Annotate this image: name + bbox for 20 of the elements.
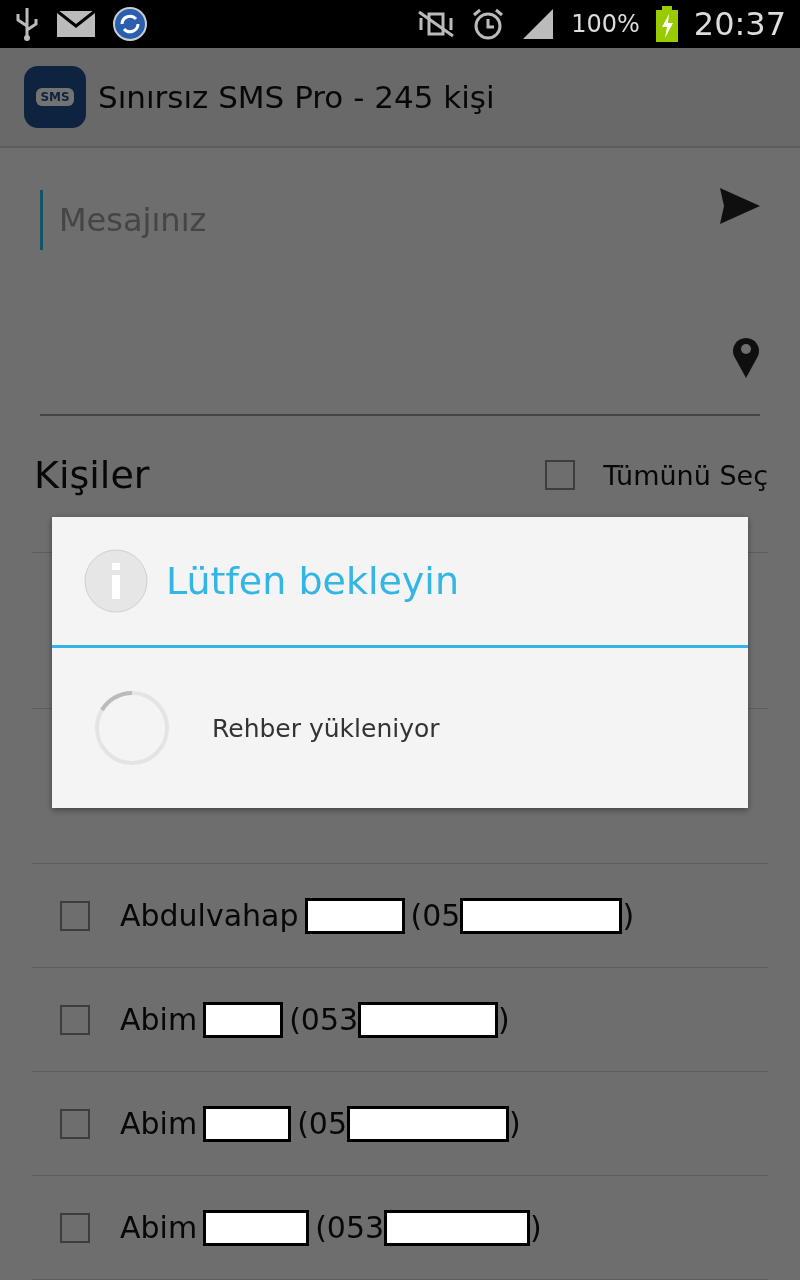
dialog-message: Rehber yükleniyor [212, 713, 440, 743]
phone-close: ) [622, 898, 635, 933]
battery-percent: 100% [571, 10, 640, 38]
phone-prefix: (053 [289, 1002, 359, 1037]
contact-name: Abim [120, 1106, 198, 1141]
phone-prefix: (053 [315, 1210, 385, 1245]
contact-name: Abim [120, 1002, 198, 1037]
phone-prefix: (05 [297, 1106, 347, 1141]
app-title: Sınırsız SMS Pro - 245 kişi [98, 79, 495, 115]
contact-name: Abdulvahap [120, 898, 299, 933]
contact-name: Abim [120, 1210, 198, 1245]
phone-close: ) [530, 1210, 542, 1245]
select-all-label: Tümünü Seç [603, 459, 768, 491]
logo-text: SMS [36, 88, 74, 106]
phone-close: ) [509, 1106, 521, 1141]
clock: 20:37 [693, 5, 786, 43]
phone-close: ) [498, 1002, 510, 1037]
phone-prefix: (05 [410, 898, 461, 933]
contacts-heading: Kişiler [34, 453, 151, 497]
dialog-title: Lütfen bekleyin [166, 559, 459, 603]
